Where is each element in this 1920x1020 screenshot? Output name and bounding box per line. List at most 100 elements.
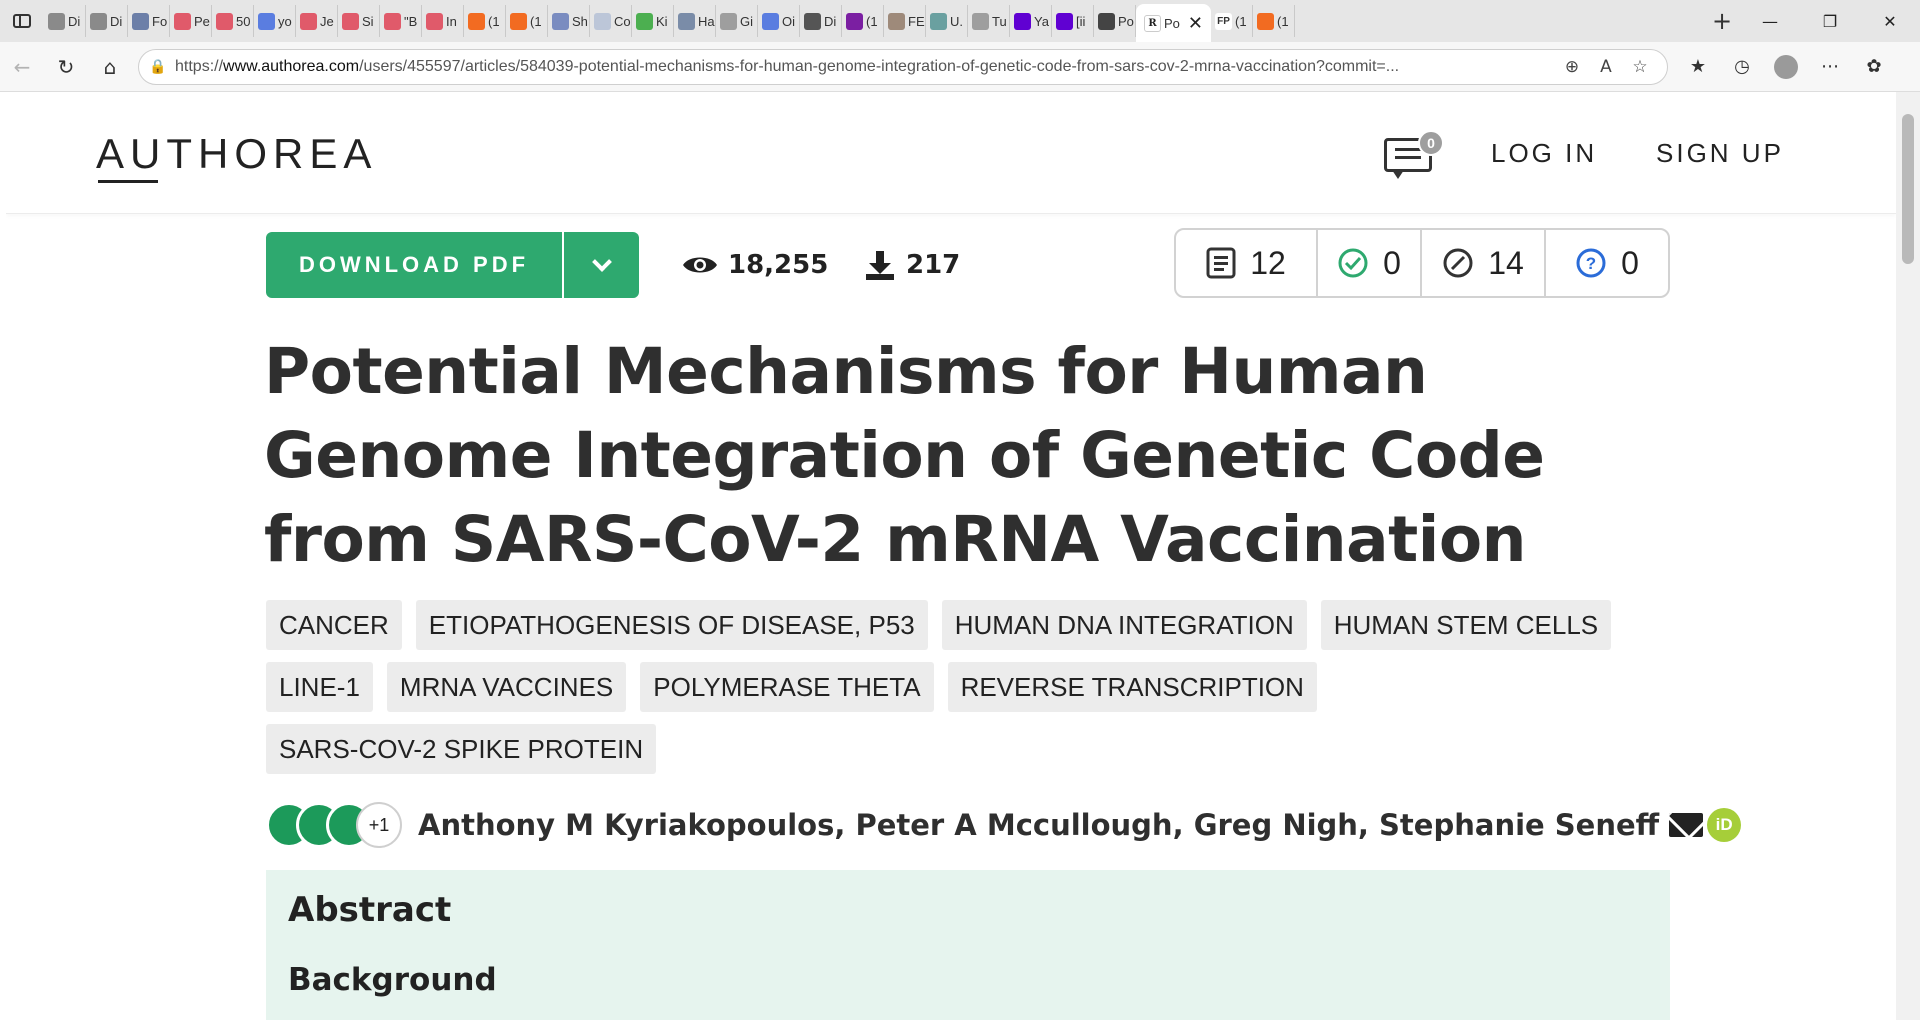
page-viewport: AUTHOREA 0 LOG IN SIGN UP DOWNLOAD PDF 1… (6, 92, 1896, 1020)
notes-count: 12 (1250, 244, 1286, 281)
close-window-icon[interactable]: ✕ (1860, 0, 1920, 42)
author-names[interactable]: Anthony M Kyriakopoulos, Peter A Mccullo… (418, 808, 1659, 842)
browser-tab[interactable]: Fo (128, 5, 170, 37)
tab-label: "B (404, 13, 418, 29)
keyword-tag[interactable]: HUMAN STEM CELLS (1320, 600, 1612, 650)
more-menu-icon[interactable]: ⋯ (1808, 47, 1852, 87)
tab-label: Po (1164, 15, 1180, 31)
browser-tab[interactable]: In (422, 5, 464, 37)
browser-tab[interactable]: Di (86, 5, 128, 37)
browser-tab[interactable]: 50 (212, 5, 254, 37)
tab-favicon-icon (384, 12, 401, 30)
tab-label: (1 (1277, 13, 1289, 29)
browser-tab[interactable]: Si (338, 5, 380, 37)
keyword-tag[interactable]: ETIOPATHOGENESIS OF DISEASE, P53 (415, 600, 928, 650)
tab-label: 50 (236, 13, 251, 29)
browser-tab[interactable]: (1 (1253, 5, 1295, 37)
tab-favicon-icon (132, 12, 149, 30)
sidebar-toggle-icon[interactable] (0, 0, 44, 42)
tab-favicon-icon (342, 12, 359, 30)
close-tab-icon[interactable]: ✕ (1188, 13, 1203, 34)
back-arrow-icon[interactable]: ← (0, 47, 44, 87)
more-authors-badge[interactable]: +1 (356, 802, 402, 848)
document-icon (1206, 247, 1236, 279)
tab-favicon-icon (1056, 12, 1073, 30)
address-bar[interactable]: 🔒 https://www.authorea.com/users/455597/… (138, 48, 1668, 85)
keyword-tag[interactable]: MRNA VACCINES (386, 662, 627, 712)
keyword-tag[interactable]: POLYMERASE THETA (640, 662, 934, 712)
orcid-icon[interactable]: iD (1707, 808, 1742, 842)
comments-button[interactable]: 0 (1384, 130, 1444, 182)
browser-tab[interactable]: (1 (464, 5, 506, 37)
home-icon[interactable]: ⌂ (88, 47, 132, 87)
refresh-icon[interactable]: ↻ (44, 47, 88, 87)
tab-label: Po (1118, 13, 1134, 29)
download-pdf-button[interactable]: DOWNLOAD PDF (266, 232, 562, 298)
browser-tab[interactable]: Oi (758, 5, 800, 37)
browser-tab[interactable]: (1 (506, 5, 548, 37)
browser-tab[interactable]: U. (926, 5, 968, 37)
browser-tab[interactable]: (1 (842, 5, 884, 37)
tab-favicon-icon: FP (1215, 12, 1232, 30)
tab-favicon-icon (468, 12, 485, 30)
tab-favicon-icon (48, 12, 65, 30)
login-link[interactable]: LOG IN (1491, 138, 1597, 169)
site-info-icon[interactable]: 🔒 (149, 59, 175, 75)
tab-favicon-icon (762, 12, 779, 30)
pencil-circle-icon (1443, 248, 1473, 278)
edits-stat[interactable]: 14 (1422, 230, 1546, 296)
favorite-star-icon[interactable]: ☆ (1623, 57, 1657, 77)
browser-tab[interactable]: Sh (548, 5, 590, 37)
tab-label: Ha (698, 13, 715, 29)
scrollbar-thumb[interactable] (1902, 114, 1914, 264)
browser-tab[interactable]: Po (1094, 5, 1136, 37)
zoom-icon[interactable]: ⊕ (1555, 57, 1589, 77)
copilot-icon[interactable]: ✿ (1852, 47, 1896, 87)
read-aloud-icon[interactable]: A (1589, 57, 1623, 77)
signup-link[interactable]: SIGN UP (1656, 138, 1784, 169)
active-browser-tab[interactable]: R Po ✕ (1136, 4, 1211, 42)
browser-tab[interactable]: Je (296, 5, 338, 37)
restore-icon[interactable]: ❐ (1800, 0, 1860, 42)
browser-tab[interactable]: "B (380, 5, 422, 37)
keyword-tag[interactable]: REVERSE TRANSCRIPTION (947, 662, 1317, 712)
keyword-tag[interactable]: LINE-1 (266, 662, 373, 712)
keyword-tag[interactable]: SARS-COV-2 SPIKE PROTEIN (266, 724, 657, 774)
browser-tab[interactable]: Di (800, 5, 842, 37)
minimize-icon[interactable]: — (1740, 0, 1800, 42)
browser-tab[interactable]: Co (590, 5, 632, 37)
browser-tab[interactable]: Ha (674, 5, 716, 37)
tab-favicon-icon (930, 12, 947, 30)
keyword-tag[interactable]: CANCER (266, 600, 402, 650)
endorsements-stat[interactable]: 0 (1318, 230, 1422, 296)
tab-favicon-icon (594, 12, 611, 30)
favorites-icon[interactable]: ★ (1676, 47, 1720, 87)
url-text[interactable]: https://www.authorea.com/users/455597/ar… (175, 58, 1555, 76)
download-options-button[interactable] (562, 232, 639, 298)
tab-label: Tu (992, 13, 1007, 29)
profile-icon[interactable] (1764, 47, 1808, 87)
browser-tab[interactable]: Gi (716, 5, 758, 37)
keyword-tag[interactable]: HUMAN DNA INTEGRATION (941, 600, 1307, 650)
browser-tab[interactable]: Tu (968, 5, 1010, 37)
browser-tab[interactable]: yo (254, 5, 296, 37)
browser-tab[interactable]: Di (44, 5, 86, 37)
browser-tab[interactable]: [ii (1052, 5, 1094, 37)
browser-tab[interactable]: Ya (1010, 5, 1052, 37)
browser-tab[interactable]: FP (1 (1211, 5, 1253, 37)
new-tab-button[interactable]: + (1704, 7, 1740, 35)
tab-favicon-icon (888, 12, 905, 30)
envelope-icon[interactable] (1669, 813, 1704, 837)
browser-tab-strip: Di Di Fo Pe 50 yo Je Si "B In (1 (1 Sh Co Ki Ha Gi Oi Di (1… (0, 0, 1920, 42)
notes-stat[interactable]: 12 (1176, 230, 1318, 296)
tab-favicon-icon (552, 12, 569, 30)
page-scrollbar[interactable] (1896, 92, 1920, 1020)
tab-label: yo (278, 13, 292, 29)
browser-tab[interactable]: FE (884, 5, 926, 37)
browser-tab[interactable]: Ki (632, 5, 674, 37)
browser-tab[interactable]: Pe (170, 5, 212, 37)
history-icon[interactable]: ◷ (1720, 47, 1764, 87)
questions-stat[interactable]: ? 0 (1546, 230, 1668, 296)
authorea-logo[interactable]: AUTHOREA (96, 130, 377, 178)
tab-favicon-icon (216, 12, 233, 30)
